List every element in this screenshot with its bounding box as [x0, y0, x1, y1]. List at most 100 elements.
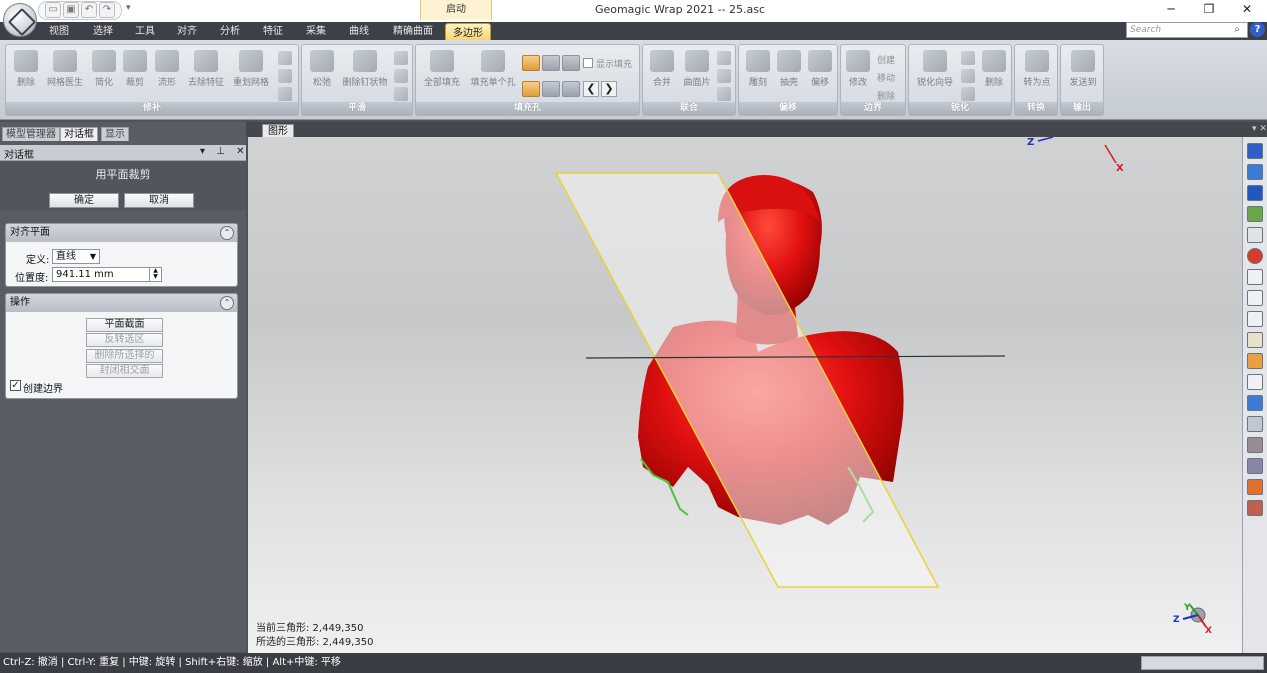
- cancel-button[interactable]: 取消: [124, 193, 194, 208]
- align-plane-header[interactable]: 对齐平面: [6, 224, 237, 242]
- combine-small-icon-3[interactable]: [717, 87, 731, 101]
- fill-single-button[interactable]: 填充单个孔: [468, 48, 518, 102]
- sculpt-button[interactable]: 雕刻: [743, 48, 773, 102]
- tab-graphics[interactable]: 图形: [262, 124, 294, 138]
- define-select[interactable]: 直线 ▼: [52, 249, 100, 264]
- sharpen-small-icon-1[interactable]: [961, 51, 975, 65]
- smooth-small-icon-3[interactable]: [394, 87, 408, 101]
- combine-small-icon-2[interactable]: [717, 69, 731, 83]
- fill-curvature-icon[interactable]: [522, 81, 540, 97]
- delete-selected-button[interactable]: 删除所选择的: [86, 349, 163, 363]
- open-icon[interactable]: ▭: [45, 2, 61, 18]
- stepper-icon[interactable]: ▲ ▼: [149, 268, 161, 281]
- tab-capture[interactable]: 采集: [301, 22, 331, 42]
- combine-small-icon-1[interactable]: [717, 51, 731, 65]
- sharpen-small-icon-2[interactable]: [961, 69, 975, 83]
- close-intersection-button[interactable]: 封闭相交面: [86, 364, 163, 378]
- save-icon[interactable]: ▣: [63, 2, 79, 18]
- zoom-icon[interactable]: [1247, 227, 1263, 243]
- tab-features[interactable]: 特征: [258, 22, 288, 42]
- restore-icon[interactable]: ❐: [1190, 0, 1228, 20]
- fill-tangent-icon[interactable]: [542, 81, 560, 97]
- remove-spikes-button[interactable]: 删除钉状物: [340, 48, 390, 102]
- shell-button[interactable]: 抽壳: [774, 48, 804, 102]
- smooth-small-icon-2[interactable]: [394, 69, 408, 83]
- view-icon-15[interactable]: [1247, 437, 1263, 453]
- 3d-viewport[interactable]: Z X Y Z X 当前三角形: 2,449,350 所选的三角形: 2,449…: [248, 136, 1242, 653]
- lasso-icon[interactable]: [1247, 290, 1263, 306]
- view-icon-17[interactable]: [1247, 479, 1263, 495]
- next-hole-button[interactable]: ❯: [601, 81, 617, 97]
- select-through-icon[interactable]: [1247, 416, 1263, 432]
- search-icon[interactable]: ⌕: [1230, 23, 1244, 37]
- view-icon-4[interactable]: [1247, 206, 1263, 222]
- create-boundary-checkbox[interactable]: ✓: [10, 380, 21, 391]
- modify-boundary-button[interactable]: 修改: [843, 48, 873, 102]
- operations-header[interactable]: 操作: [6, 294, 237, 312]
- view-icon-3[interactable]: [1247, 185, 1263, 201]
- manifold-button[interactable]: 流形: [152, 48, 182, 102]
- tab-align[interactable]: 对齐: [172, 22, 202, 42]
- ok-button[interactable]: 确定: [49, 193, 119, 208]
- prev-hole-button[interactable]: ❮: [583, 81, 599, 97]
- plane-section-button[interactable]: 平面截面: [86, 318, 163, 332]
- tab-exact-surfaces[interactable]: 精确曲面: [388, 22, 438, 42]
- boundary-delete-item[interactable]: 删除: [877, 89, 895, 102]
- convert-to-points-button[interactable]: 转为点: [1019, 48, 1055, 102]
- select-icon[interactable]: [1247, 353, 1263, 369]
- boundary-create-item[interactable]: 创建: [877, 53, 895, 66]
- repair-small-icon-3[interactable]: [278, 87, 292, 101]
- fill-partial-icon[interactable]: [542, 55, 560, 71]
- close-icon[interactable]: ✕: [1228, 0, 1266, 20]
- sharpen-delete-button[interactable]: 删除: [979, 48, 1009, 102]
- simplify-button[interactable]: 简化: [90, 48, 118, 102]
- redo-icon[interactable]: ↷: [99, 2, 115, 18]
- collapse-icon[interactable]: ⌃: [220, 296, 234, 310]
- view-icon-18[interactable]: [1247, 500, 1263, 516]
- visible-only-icon[interactable]: [1247, 395, 1263, 411]
- select-rect-icon[interactable]: [1247, 269, 1263, 285]
- tab-curves[interactable]: 曲线: [344, 22, 374, 42]
- boundary-move-item[interactable]: 移动: [877, 71, 895, 84]
- remove-features-button[interactable]: 去除特征: [184, 48, 228, 102]
- color-icon[interactable]: [1247, 248, 1263, 264]
- relax-button[interactable]: 松弛: [306, 48, 338, 102]
- line-select-icon[interactable]: [1247, 311, 1263, 327]
- show-fill-checkbox[interactable]: [583, 58, 593, 68]
- context-tab[interactable]: 启动: [420, 0, 492, 20]
- delete-button[interactable]: 删除: [10, 48, 42, 102]
- panel-menu-icon[interactable]: ▾ ✕: [1252, 124, 1267, 134]
- smooth-small-icon-1[interactable]: [394, 51, 408, 65]
- tab-dialog[interactable]: 对话框: [60, 127, 98, 141]
- tab-select[interactable]: 选择: [88, 22, 118, 42]
- fill-flat-icon[interactable]: [562, 81, 580, 97]
- offset-button[interactable]: 偏移: [805, 48, 835, 102]
- invert-selection-button[interactable]: 反转选区: [86, 333, 163, 347]
- view-icon-16[interactable]: [1247, 458, 1263, 474]
- tab-model-manager[interactable]: 模型管理器: [2, 127, 60, 141]
- tab-analysis[interactable]: 分析: [215, 22, 245, 42]
- dialog-controls[interactable]: ▾ ⊥ ✕: [200, 146, 248, 157]
- help-icon[interactable]: ?: [1250, 22, 1265, 37]
- tab-view[interactable]: 视图: [44, 22, 74, 42]
- sharpen-wizard-button[interactable]: 锐化向导: [913, 48, 957, 102]
- app-logo-button[interactable]: [3, 3, 37, 37]
- mesh-doctor-button[interactable]: 网格医生: [44, 48, 86, 102]
- fill-all-button[interactable]: 全部填充: [420, 48, 464, 102]
- sharpen-small-icon-3[interactable]: [961, 87, 975, 101]
- view-icon-1[interactable]: [1247, 143, 1263, 159]
- surface-patch-button[interactable]: 曲面片: [679, 48, 715, 102]
- combine-button[interactable]: 合并: [647, 48, 677, 102]
- box-select-icon[interactable]: [1247, 374, 1263, 390]
- fill-bridge-icon[interactable]: [562, 55, 580, 71]
- collapse-icon[interactable]: ⌃: [220, 226, 234, 240]
- repair-small-icon-1[interactable]: [278, 51, 292, 65]
- minimize-icon[interactable]: ─: [1152, 0, 1190, 20]
- remesh-button[interactable]: 重划网格: [230, 48, 272, 102]
- qat-dropdown-icon[interactable]: ▾: [126, 3, 131, 13]
- repair-small-icon-2[interactable]: [278, 69, 292, 83]
- tab-tools[interactable]: 工具: [130, 22, 160, 42]
- undo-icon[interactable]: ↶: [81, 2, 97, 18]
- paint-icon[interactable]: [1247, 332, 1263, 348]
- position-input[interactable]: 941.11 mm ▲ ▼: [52, 267, 162, 282]
